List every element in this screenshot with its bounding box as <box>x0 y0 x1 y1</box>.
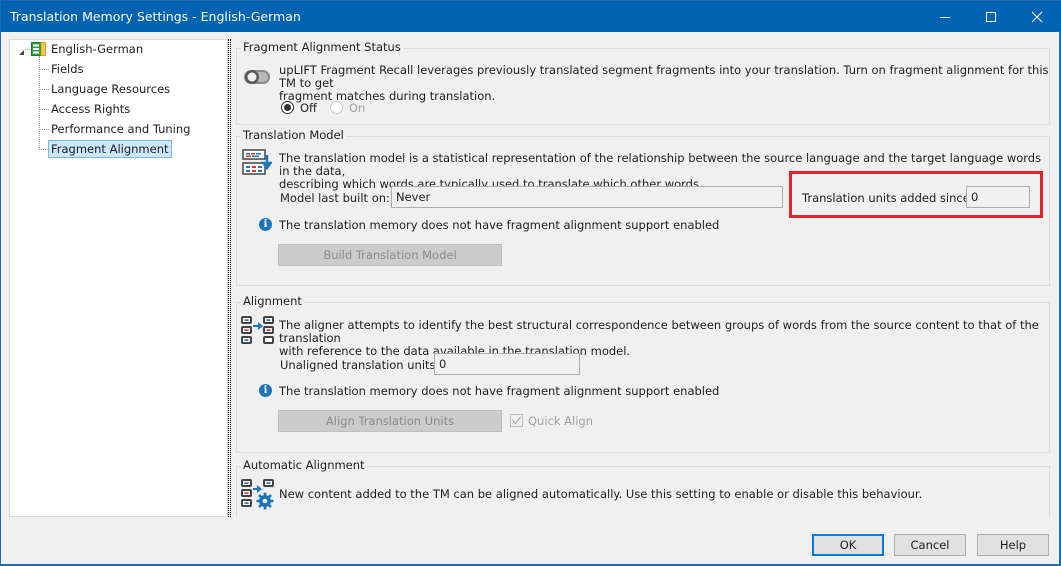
tree-connector <box>39 56 40 150</box>
group-title: Translation Model <box>241 128 346 142</box>
description-line: The aligner attempts to identify the bes… <box>279 318 1039 345</box>
radio-on-label[interactable]: On <box>349 101 365 115</box>
toggle-switch-icon[interactable] <box>243 68 271 86</box>
alignment-group: Alignment The aligner attempts to identi… <box>236 294 1050 453</box>
quick-align-checkbox[interactable] <box>510 414 523 427</box>
tree-item-language-resources[interactable]: Language Resources <box>51 80 170 98</box>
align-translation-units-button[interactable]: Align Translation Units <box>278 410 502 432</box>
tree-connector <box>39 149 48 150</box>
tree-item-label: Fields <box>51 62 84 76</box>
tree-connector <box>39 89 49 90</box>
tree-item-access-rights[interactable]: Access Rights <box>51 100 130 118</box>
fragment-alignment-status-group: Fragment Alignment Status upLIFT Fragmen… <box>236 40 1050 125</box>
window-border <box>0 31 1 566</box>
highlight-annotation <box>789 171 1043 218</box>
close-button[interactable] <box>1014 1 1060 32</box>
description-line: upLIFT Fragment Recall leverages previou… <box>279 63 1049 90</box>
minimize-button[interactable] <box>922 1 968 32</box>
tree-connector <box>39 69 49 70</box>
info-message: The translation memory does not have fra… <box>279 384 720 398</box>
aligner-icon <box>241 316 274 344</box>
translation-model-icon <box>242 149 272 175</box>
help-button[interactable]: Help <box>977 534 1049 556</box>
minimize-icon <box>940 16 950 18</box>
checkmark-icon <box>512 416 521 425</box>
automatic-alignment-group: Automatic Alignment New content added to… <box>236 458 1050 518</box>
tree-item-fields[interactable]: Fields <box>51 60 84 78</box>
quick-align-label[interactable]: Quick Align <box>528 414 593 428</box>
unaligned-translation-units-field[interactable]: 0 <box>434 353 580 375</box>
ok-button[interactable]: OK <box>812 534 884 556</box>
title-bar[interactable]: Translation Memory Settings - English-Ge… <box>1 1 1061 32</box>
tree-item-label: Fragment Alignment <box>51 142 169 156</box>
cancel-button[interactable]: Cancel <box>894 534 966 556</box>
tree-item-label: English-German <box>51 42 144 56</box>
unaligned-translation-units-label: Unaligned translation units: <box>280 358 440 372</box>
tree-item-label: Language Resources <box>51 82 171 96</box>
radio-on[interactable] <box>330 101 343 114</box>
tree-item-label: Access Rights <box>51 102 131 116</box>
fragment-status-description: upLIFT Fragment Recall leverages previou… <box>279 64 1049 103</box>
tree-item-fragment-alignment[interactable]: Fragment Alignment <box>48 140 172 158</box>
maximize-icon <box>986 11 996 22</box>
group-title: Fragment Alignment Status <box>241 40 403 54</box>
description-line: fragment matches during translation. <box>279 89 496 103</box>
expand-collapse-icon[interactable] <box>19 50 24 55</box>
maximize-button[interactable] <box>968 1 1014 32</box>
group-title: Alignment <box>241 294 304 308</box>
close-icon <box>1031 11 1043 22</box>
tree-item-performance-and-tuning[interactable]: Performance and Tuning <box>51 120 190 138</box>
model-last-built-field[interactable]: Never <box>391 186 783 208</box>
tree-connector <box>39 129 49 130</box>
window-title: Translation Memory Settings - English-Ge… <box>10 9 301 24</box>
tree-item-label: Performance and Tuning <box>51 122 191 136</box>
build-translation-model-button[interactable]: Build Translation Model <box>278 244 502 266</box>
info-icon: i <box>259 384 272 397</box>
info-message: The translation memory does not have fra… <box>279 218 720 232</box>
automatic-alignment-icon <box>241 479 274 510</box>
translation-memory-icon <box>31 42 46 56</box>
tree-connector <box>39 109 49 110</box>
radio-off-label[interactable]: Off <box>300 101 317 115</box>
panel-splitter[interactable] <box>228 39 231 517</box>
tree-item-english-german[interactable]: English-German <box>51 40 143 58</box>
alignment-description: The aligner attempts to identify the bes… <box>279 319 1049 358</box>
automatic-alignment-description: New content added to the TM can be align… <box>279 487 923 501</box>
info-icon: i <box>259 218 272 231</box>
group-title: Automatic Alignment <box>241 458 367 472</box>
settings-tree[interactable]: English-German Fields Language Resources… <box>9 39 228 517</box>
description-line: with reference to the data available in … <box>279 344 631 358</box>
model-last-built-label: Model last built on: <box>280 191 390 205</box>
radio-off[interactable] <box>281 101 294 114</box>
